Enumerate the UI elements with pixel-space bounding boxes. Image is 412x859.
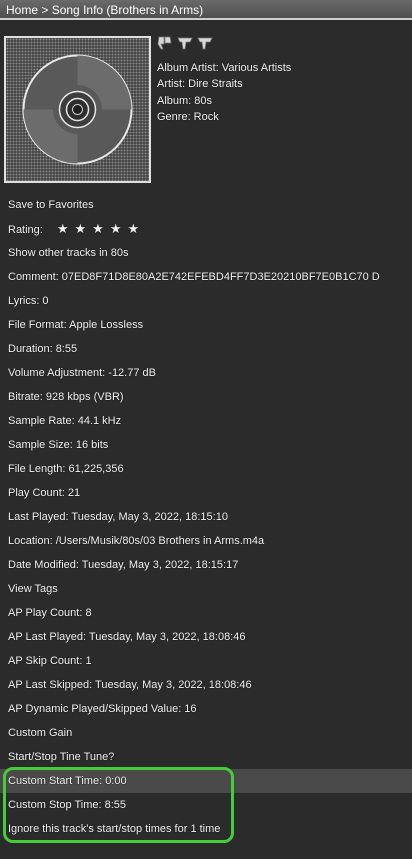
row-location[interactable]: Location: /Users/Musik/80s/03 Brothers i… bbox=[0, 529, 412, 553]
thumbs-up-icon[interactable] bbox=[176, 34, 194, 52]
row-volume-adjustment: Volume Adjustment: -12.77 dB bbox=[0, 361, 412, 385]
location-label: Location: /Users/Musik/80s/03 Brothers i… bbox=[8, 535, 265, 547]
start-stop-times-label: Start/Stop Tine Tune? bbox=[8, 751, 115, 763]
album-label[interactable]: Album: 80s bbox=[157, 93, 291, 109]
ap-play-count-label: AP Play Count: 8 bbox=[8, 607, 92, 619]
save-to-favorites-label: Save to Favorites bbox=[8, 199, 94, 211]
row-ap-skip-count: AP Skip Count: 1 bbox=[0, 649, 412, 673]
row-ap-last-played: AP Last Played: Tuesday, May 3, 2022, 18… bbox=[0, 625, 412, 649]
row-custom-stop-time[interactable]: Custom Stop Time: 8:55 bbox=[0, 793, 412, 817]
bitrate-label: Bitrate: 928 kbps (VBR) bbox=[8, 391, 124, 403]
sample-size-label: Sample Size: 16 bits bbox=[8, 439, 109, 451]
duration-label: Duration: 8:55 bbox=[8, 343, 78, 355]
like-dislike-icons bbox=[156, 34, 216, 52]
custom-gain-label: Custom Gain bbox=[8, 727, 73, 739]
album-artist-label: Album Artist: Various Artists bbox=[157, 62, 292, 74]
row-custom-gain[interactable]: Custom Gain bbox=[0, 721, 412, 745]
rating-stars[interactable]: ★★★★★ bbox=[57, 221, 145, 236]
album-artwork bbox=[4, 36, 151, 183]
custom-start-time-label: Custom Start Time: 0:00 bbox=[8, 775, 127, 787]
breadcrumb-current: Song Info (Brothers in Arms) bbox=[51, 3, 204, 17]
thumbs-up-icon-2[interactable] bbox=[196, 34, 214, 52]
row-rating[interactable]: Rating: ★★★★★ bbox=[0, 217, 412, 241]
ap-dynamic-played-skipped-label: AP Dynamic Played/Skipped Value: 16 bbox=[8, 703, 197, 715]
breadcrumb-home[interactable]: Home bbox=[6, 3, 38, 17]
ap-last-skipped-label: AP Last Skipped: Tuesday, May 3, 2022, 1… bbox=[8, 679, 252, 691]
row-save-to-favorites[interactable]: Save to Favorites bbox=[0, 193, 412, 217]
ignore-tracks-start-stop-label: Ignore this track's start/stop times for… bbox=[8, 823, 221, 835]
row-file-length: File Length: 61,225,356 bbox=[0, 457, 412, 481]
ap-skip-count-label: AP Skip Count: 1 bbox=[8, 655, 92, 667]
file-length-label: File Length: 61,225,356 bbox=[8, 463, 124, 475]
row-date-modified: Date Modified: Tuesday, May 3, 2022, 18:… bbox=[0, 553, 412, 577]
row-start-stop-times[interactable]: Start/Stop Tine Tune? bbox=[0, 745, 412, 769]
sample-rate-label: Sample Rate: 44.1 kHz bbox=[8, 415, 122, 427]
play-count-label: Play Count: 21 bbox=[8, 487, 81, 499]
row-custom-start-time[interactable]: Custom Start Time: 0:00 bbox=[0, 769, 412, 793]
custom-stop-time-label: Custom Stop Time: 8:55 bbox=[8, 799, 126, 811]
artist-label[interactable]: Artist: Dire Straits bbox=[157, 76, 291, 92]
rating-label: Rating: bbox=[8, 224, 43, 236]
file-format-label: File Format: Apple Lossless bbox=[8, 319, 144, 331]
row-view-tags[interactable]: View Tags bbox=[0, 577, 412, 601]
show-other-tracks-label: Show other tracks in 80s bbox=[8, 247, 129, 259]
last-played-label: Last Played: Tuesday, May 3, 2022, 18:15… bbox=[8, 511, 228, 523]
row-ap-last-skipped: AP Last Skipped: Tuesday, May 3, 2022, 1… bbox=[0, 673, 412, 697]
row-sample-rate: Sample Rate: 44.1 kHz bbox=[0, 409, 412, 433]
view-tags-label: View Tags bbox=[8, 583, 58, 595]
date-modified-label: Date Modified: Tuesday, May 3, 2022, 18:… bbox=[8, 559, 239, 571]
ap-last-played-label: AP Last Played: Tuesday, May 3, 2022, 18… bbox=[8, 631, 246, 643]
cd-disc-icon bbox=[22, 54, 133, 165]
row-lyrics: Lyrics: 0 bbox=[0, 289, 412, 313]
volume-adjustment-label: Volume Adjustment: -12.77 dB bbox=[8, 367, 156, 379]
row-sample-size: Sample Size: 16 bits bbox=[0, 433, 412, 457]
row-ignore-tracks-start-stop[interactable]: Ignore this track's start/stop times for… bbox=[0, 817, 412, 841]
row-show-other-tracks[interactable]: Show other tracks in 80s bbox=[0, 241, 412, 265]
row-duration: Duration: 8:55 bbox=[0, 337, 412, 361]
row-play-count: Play Count: 21 bbox=[0, 481, 412, 505]
lyrics-label: Lyrics: 0 bbox=[8, 295, 49, 307]
row-comment: Comment: 07ED8F71D8E80A2E742EFEBD4FF7D3E… bbox=[0, 265, 412, 289]
breadcrumb: Home > Song Info (Brothers in Arms) bbox=[0, 0, 412, 20]
comment-label: Comment: 07ED8F71D8E80A2E742EFEBD4FF7D3E… bbox=[8, 271, 380, 283]
row-ap-dynamic-played-skipped: AP Dynamic Played/Skipped Value: 16 bbox=[0, 697, 412, 721]
song-metadata: Album Artist: Various Artists Artist: Di… bbox=[157, 60, 291, 125]
thumbs-down-icon[interactable] bbox=[156, 34, 174, 52]
row-bitrate: Bitrate: 928 kbps (VBR) bbox=[0, 385, 412, 409]
breadcrumb-separator: > bbox=[38, 3, 52, 17]
row-ap-play-count: AP Play Count: 8 bbox=[0, 601, 412, 625]
row-last-played: Last Played: Tuesday, May 3, 2022, 18:15… bbox=[0, 505, 412, 529]
row-file-format: File Format: Apple Lossless bbox=[0, 313, 412, 337]
song-info-list: Save to Favorites Rating: ★★★★★ Show other … bbox=[0, 193, 412, 841]
genre-label[interactable]: Genre: Rock bbox=[157, 109, 291, 125]
